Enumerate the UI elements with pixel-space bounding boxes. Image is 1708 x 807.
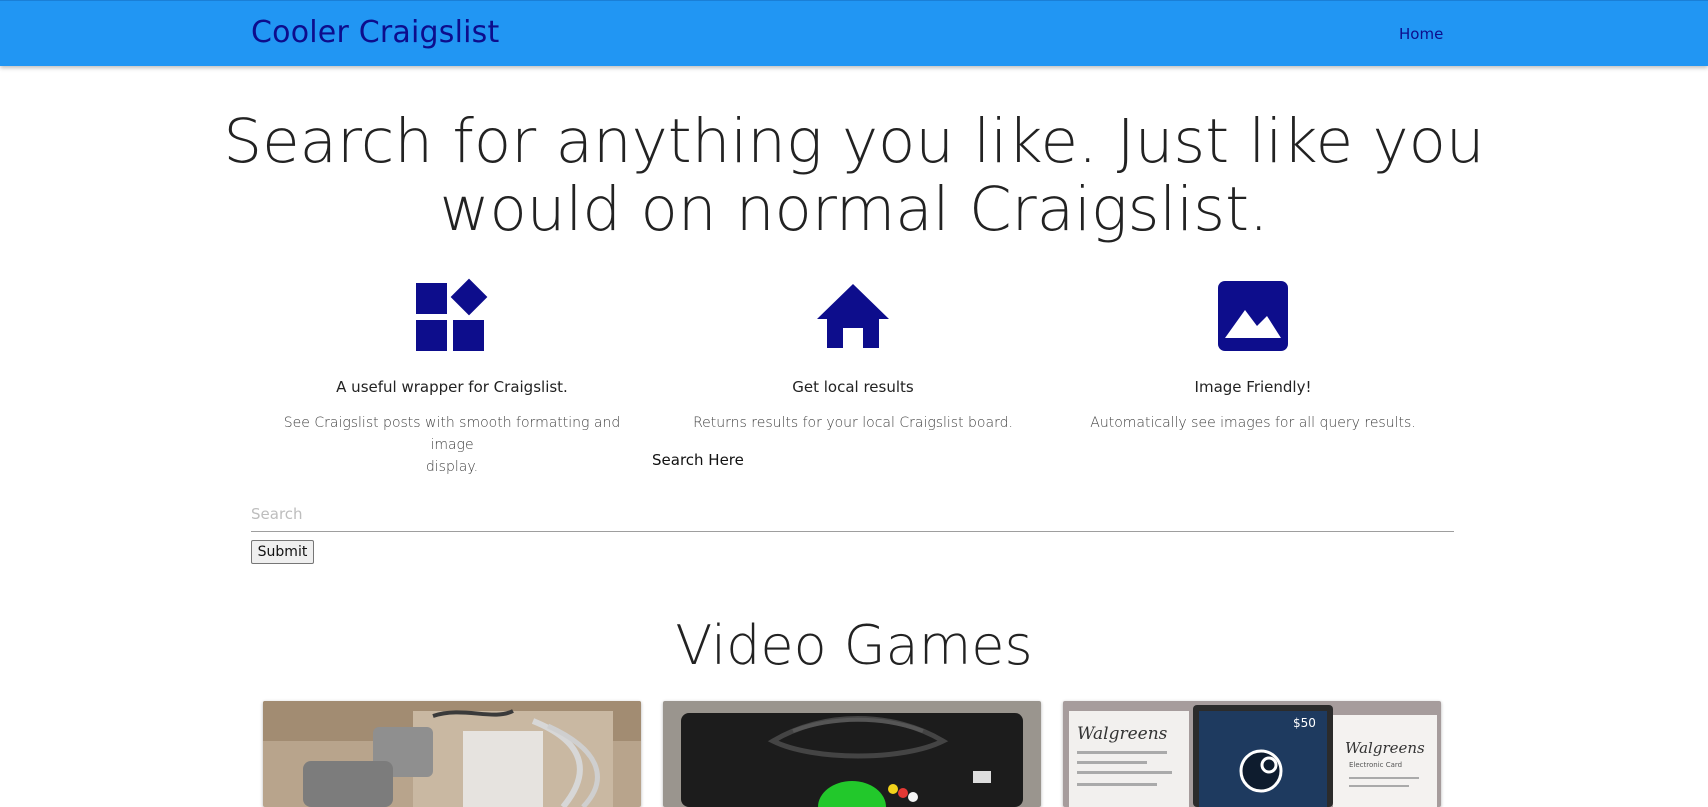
hero-line-2: would on normal Craigslist. bbox=[439, 174, 1269, 245]
hero-line-1: Search for anything you like. Just like … bbox=[223, 106, 1485, 177]
search-label: Search Here bbox=[652, 451, 744, 469]
submit-button[interactable]: Submit bbox=[251, 540, 314, 564]
image-icon bbox=[1083, 276, 1423, 356]
receipt-logo-text: Walgreens bbox=[1077, 724, 1168, 744]
feature-title: Get local results bbox=[792, 378, 914, 396]
receipt-logo-text: Walgreens bbox=[1345, 739, 1425, 757]
listing-image bbox=[263, 701, 641, 807]
home-icon bbox=[683, 276, 1023, 356]
hero-heading: Search for anything you like. Just like … bbox=[0, 108, 1708, 244]
listing-card[interactable] bbox=[663, 701, 1041, 807]
listing-image: Walgreens $50 Walgreens Electronic Card bbox=[1063, 701, 1441, 807]
feature-description-line: display. bbox=[425, 459, 479, 475]
section-title: Video Games bbox=[675, 614, 1033, 677]
listing-image bbox=[663, 701, 1041, 807]
gift-card-amount: $50 bbox=[1293, 716, 1316, 730]
brand-logo-link[interactable]: Cooler Craigslist bbox=[251, 15, 499, 50]
listing-card[interactable] bbox=[263, 701, 641, 807]
listing-card[interactable]: Walgreens $50 Walgreens Electronic Card bbox=[1063, 701, 1441, 807]
search-input[interactable] bbox=[251, 496, 1454, 532]
feature-description-line: Returns results for your local Craigslis… bbox=[693, 415, 1013, 431]
feature-local: Get local results Returns results for yo… bbox=[683, 276, 1023, 434]
feature-description: Automatically see images for all query r… bbox=[1083, 412, 1423, 434]
nav-home-link[interactable]: Home bbox=[1399, 25, 1443, 43]
navbar: Cooler Craigslist Home bbox=[0, 0, 1708, 66]
feature-description-line: Automatically see images for all query r… bbox=[1090, 415, 1416, 431]
widgets-icon bbox=[282, 276, 622, 356]
feature-images: Image Friendly! Automatically see images… bbox=[1083, 276, 1423, 434]
feature-description: Returns results for your local Craigslis… bbox=[683, 412, 1023, 434]
feature-title: A useful wrapper for Craigslist. bbox=[336, 378, 568, 396]
feature-title: Image Friendly! bbox=[1194, 378, 1312, 396]
feature-wrapper: A useful wrapper for Craigslist. See Cra… bbox=[282, 276, 622, 478]
feature-description-line: See Craigslist posts with smooth formatt… bbox=[283, 415, 621, 453]
receipt-subtext: Electronic Card bbox=[1349, 761, 1402, 769]
feature-description: See Craigslist posts with smooth formatt… bbox=[282, 412, 622, 478]
